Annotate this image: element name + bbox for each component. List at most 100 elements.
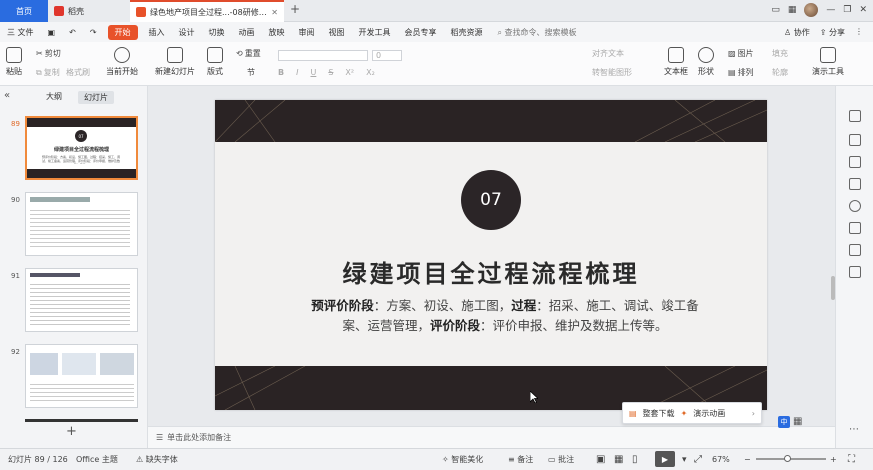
ime-icon[interactable]: 中 [778,416,790,428]
reset-button[interactable]: ⟲ 重置 [236,48,261,59]
menu-slideshow[interactable]: 放映 [262,27,292,38]
subscript-icon[interactable]: X₂ [366,68,375,77]
presentation-tools-button[interactable]: 演示工具 [812,47,844,77]
copy-button[interactable]: ⧉ 复制 [36,67,60,78]
tab-document[interactable]: 绿色地产项目全过程...-08研修班PPT ✕ [130,0,284,22]
menu-transition[interactable]: 切换 [202,27,232,38]
fill-button[interactable]: 填充 [772,48,788,59]
sorter-view-icon[interactable]: ▦ [614,454,623,465]
undo-icon[interactable]: ↶ [62,28,83,37]
zoom-slider[interactable] [756,455,826,462]
share-button[interactable]: ⇪ 分享 [820,27,845,38]
menu-design[interactable]: 设计 [172,27,202,38]
menu-developer[interactable]: 开发工具 [352,27,398,38]
font-size-select[interactable]: 0 [372,50,402,61]
adjust-icon[interactable] [849,134,861,146]
new-slide-button[interactable]: 新建幻灯片 [155,47,195,77]
zoom-in-icon[interactable]: + [830,455,837,464]
maximize-icon[interactable]: ❐ [843,5,851,15]
arrange-button[interactable]: ▤ 排列 [728,67,754,78]
menu-review[interactable]: 审阅 [292,27,322,38]
menu-file[interactable]: 三 文件 [0,27,41,38]
menu-member[interactable]: 会员专享 [398,27,444,38]
slide-thumbnail-90[interactable] [25,192,138,256]
slide-thumbnail-92[interactable] [25,344,138,408]
copy-panel-icon[interactable] [849,178,861,190]
strike-icon[interactable]: S [328,68,333,77]
shape-button[interactable]: 形状 [698,47,714,77]
play-from-current-button[interactable]: 当前开始 [106,47,138,77]
superscript-icon[interactable]: X² [345,68,354,77]
more-tools-icon[interactable]: ⋯ [849,424,861,436]
bold-icon[interactable]: B [278,68,284,77]
comments-button[interactable]: ▭ 批注 [548,454,574,465]
section-button[interactable]: 节 [247,67,255,78]
avatar[interactable] [804,3,819,17]
settings-icon[interactable] [849,110,861,122]
tab-slides[interactable]: 幻灯片 [78,91,114,104]
underline-icon[interactable]: U [310,68,316,77]
help-icon[interactable] [849,200,861,212]
command-search[interactable]: ⌕ 查找命令、搜索模板 [498,27,577,38]
slide-thumbnail-91[interactable] [25,268,138,332]
convert-smart-button[interactable]: 转智能图形 [592,67,632,78]
menu-animation[interactable]: 动画 [232,27,262,38]
textbox-button[interactable]: 文本框 [664,47,688,77]
menu-docer-resources[interactable]: 稻壳资源 [444,27,490,38]
zoom-out-icon[interactable]: − [744,455,751,464]
add-slide-icon[interactable]: + [66,424,77,439]
location-icon[interactable] [849,244,861,256]
notes-toggle-button[interactable]: ≡ 备注 [508,454,533,465]
current-slide[interactable]: 07 绿建项目全过程流程梳理 预评价阶段：方案、初设、施工图，过程：招采、施工、… [215,100,767,410]
image-panel-icon[interactable] [849,222,861,234]
animation-button[interactable]: 演示动画 [693,408,725,419]
keyboard-icon[interactable]: ▦ [793,416,802,427]
fit-window-icon[interactable]: ⤢ [694,454,702,465]
template-popup: ▤ 整套下载 ✦ 演示动画 › [622,402,762,424]
zoom-slider-knob[interactable] [784,455,791,462]
fullscreen-icon[interactable]: ⛶ [848,454,855,465]
tab-outline[interactable]: 大纲 [46,91,62,102]
layout-button[interactable]: 版式 [207,47,223,77]
slide-top-band [215,100,767,143]
new-tab-icon[interactable]: + [290,2,300,16]
missing-font-button[interactable]: ⚠ 缺失字体 [136,454,178,465]
pin-icon[interactable] [849,156,861,168]
grid-view-icon[interactable]: ▦ [788,5,797,15]
format-painter-button[interactable]: 格式刷 [66,67,90,78]
theme-name[interactable]: Office 主题 [76,454,118,465]
notes-area[interactable]: ☰ 单击此处添加备注 [148,426,835,448]
more-icon[interactable]: ⋮ [855,27,863,38]
menu-insert[interactable]: 插入 [142,27,172,38]
collapse-pane-icon[interactable]: « [4,90,10,101]
italic-icon[interactable]: I [296,68,298,77]
window-layout-icon[interactable]: ▭ [771,5,780,15]
tab-home[interactable]: 首页 [0,0,48,22]
save-icon[interactable]: ▣ [41,28,63,37]
close-window-icon[interactable]: ✕ [859,5,867,15]
smart-beautify-button[interactable]: ✧ 智能美化 [442,454,483,465]
slide-thumbnail-89[interactable]: 07 绿建项目全过程流程梳理 预评价阶段：方案、初设、施工图，过程：招采、施工、… [25,116,138,180]
zoom-level[interactable]: 67% [712,455,730,464]
menu-start[interactable]: 开始 [107,24,138,40]
paste-button[interactable]: 粘贴 [6,47,22,77]
cut-button[interactable]: ✂ 剪切 [36,48,61,59]
chevron-right-icon[interactable]: › [752,409,755,418]
align-text-button[interactable]: 对齐文本 [592,48,624,59]
mail-icon[interactable] [849,266,861,278]
format-painter-label: 格式刷 [66,68,90,77]
redo-icon[interactable]: ↷ [83,28,104,37]
reading-view-icon[interactable]: ▯ [632,454,638,465]
normal-view-icon[interactable]: ▣ [596,454,605,465]
tab-wps-docer[interactable]: 稻壳 [48,0,130,22]
outline-button[interactable]: 轮廓 [772,67,788,78]
slideshow-play-button[interactable]: ▶ [655,451,675,467]
template-download-button[interactable]: 整套下载 [643,408,675,419]
font-family-select[interactable] [278,50,368,61]
close-tab-icon[interactable]: ✕ [271,8,278,17]
minimize-icon[interactable]: — [826,5,835,15]
play-options-icon[interactable]: ▾ [682,455,687,465]
menu-view[interactable]: 视图 [322,27,352,38]
collab-button[interactable]: ♙ 协作 [784,27,810,38]
picture-button[interactable]: ▨ 图片 [728,48,754,59]
